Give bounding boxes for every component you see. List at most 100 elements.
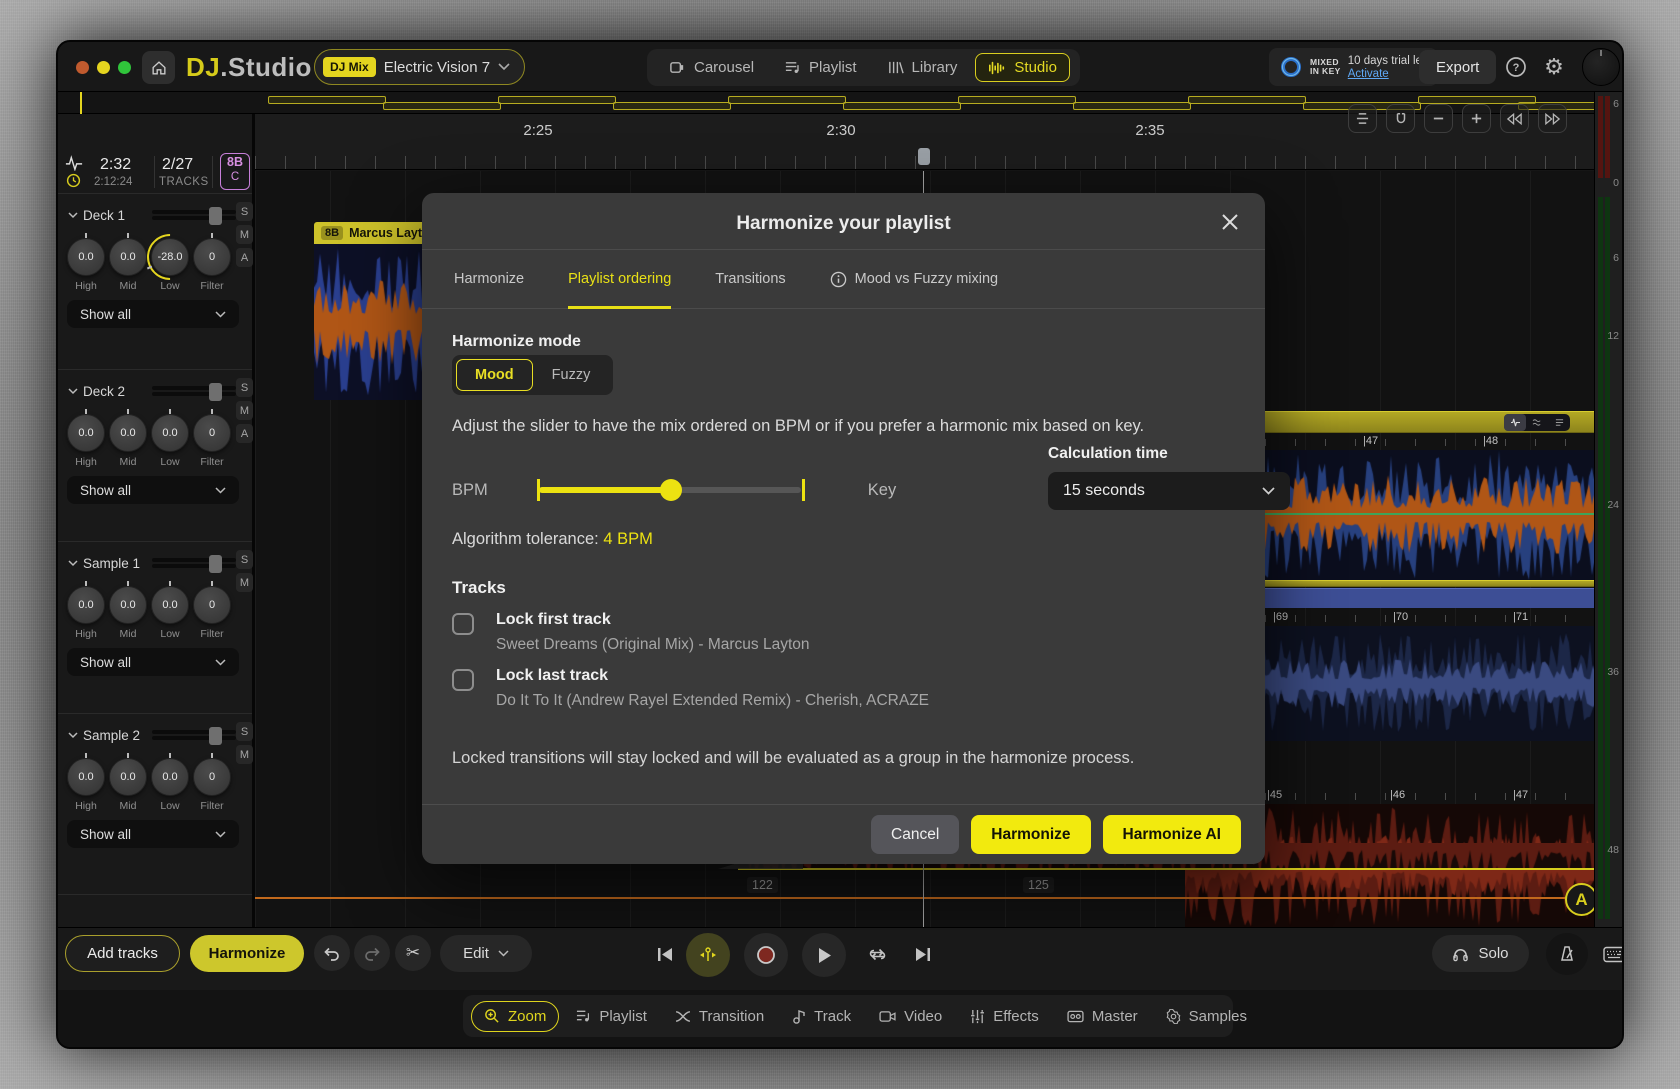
section-header[interactable]: Sample 1 [68,556,140,571]
play-button[interactable] [802,933,846,977]
master-volume-knob[interactable] [1582,48,1620,86]
snap-button[interactable] [1386,104,1415,133]
tab-master[interactable]: Master [1055,1002,1150,1031]
nav-playlist[interactable]: Playlist [772,54,869,81]
volume-fader[interactable] [152,210,236,222]
tab-zoom[interactable]: Zoom [471,1001,559,1032]
shortcuts-button[interactable] [1595,935,1624,973]
tab-video[interactable]: Video [867,1002,954,1031]
knob-low[interactable]: -28.0 [151,238,189,276]
follow-playhead-button[interactable] [686,933,730,977]
knob-mid[interactable]: 0.0 [109,586,147,624]
cut-button[interactable]: ✂ [395,935,431,971]
volume-fader[interactable] [152,386,236,398]
show-all-dropdown[interactable]: Show all [67,648,239,676]
tab-transition[interactable]: Transition [663,1002,776,1031]
section-header[interactable]: Deck 2 [68,384,125,399]
tab-harmonize[interactable]: Harmonize [454,250,524,308]
harmonize-toolbar-button[interactable]: Harmonize [190,935,304,972]
harmonize-ai-button[interactable]: Harmonize AI [1103,815,1241,854]
lock-last-checkbox[interactable] [452,669,474,691]
knob-mid[interactable]: 0.0 [109,758,147,796]
playhead-handle[interactable] [918,148,930,165]
tab-effects[interactable]: Effects [958,1002,1051,1031]
mute-button[interactable]: M [236,401,253,420]
lock-first-checkbox[interactable] [452,613,474,635]
tab-playlist-ordering[interactable]: Playlist ordering [568,250,671,308]
project-selector[interactable]: DJ Mix Electric Vision 7 [314,49,525,85]
volume-fader[interactable] [152,730,236,742]
solo-button[interactable]: S [236,550,253,569]
fast-forward-button[interactable] [1538,104,1567,133]
tab-samples[interactable]: Samples [1154,1002,1259,1031]
solo-button-main[interactable]: Solo [1432,935,1529,972]
tab-track[interactable]: Track [780,1002,863,1031]
auto-button[interactable]: A [236,248,253,267]
record-button[interactable] [744,933,788,977]
solo-button[interactable]: S [236,202,253,221]
add-tracks-button[interactable]: Add tracks [65,935,180,972]
window-close-dot[interactable] [76,61,89,74]
knob-filter[interactable]: 0 [193,586,231,624]
waveform-mode-button[interactable] [1504,414,1526,431]
tempo-value[interactable]: 125 [1023,877,1054,893]
edit-menu-button[interactable]: Edit [440,935,532,972]
arrange-button[interactable] [1348,104,1377,133]
knob-filter[interactable]: 0 [193,414,231,452]
auto-button[interactable]: A [236,424,253,443]
knob-low[interactable]: 0.0 [151,586,189,624]
zoom-out-button[interactable] [1424,104,1453,133]
mode-mood-button[interactable]: Mood [456,359,533,391]
rewind-button[interactable] [1500,104,1529,133]
clock-icon[interactable] [66,173,81,188]
waves-mode-button[interactable] [1526,414,1548,431]
loop-button[interactable] [858,935,896,973]
show-all-dropdown[interactable]: Show all [67,300,239,328]
window-zoom-dot[interactable] [118,61,131,74]
mode-fuzzy-button[interactable]: Fuzzy [533,359,610,391]
knob-filter[interactable]: 0 [193,238,231,276]
knob-mid[interactable]: 0.0 [109,414,147,452]
mute-button[interactable]: M [236,573,253,592]
redo-button[interactable] [354,935,390,971]
list-mode-button[interactable] [1548,414,1570,431]
home-button[interactable] [142,51,175,84]
overview-playhead[interactable] [80,92,82,114]
track-band-olive[interactable] [1235,411,1610,433]
nav-library[interactable]: Library [875,54,970,81]
knob-high[interactable]: 0.0 [67,758,105,796]
zoom-in-button[interactable] [1462,104,1491,133]
solo-button[interactable]: S [236,722,253,741]
skip-start-button[interactable] [646,935,684,973]
section-header[interactable]: Deck 1 [68,208,125,223]
tab-mood-vs-fuzzy[interactable]: Mood vs Fuzzy mixing [830,250,998,308]
metronome-button[interactable] [1546,933,1588,975]
show-all-dropdown[interactable]: Show all [67,476,239,504]
waveform-lane-a[interactable] [1235,450,1610,580]
mute-button[interactable]: M [236,745,253,764]
knob-high[interactable]: 0.0 [67,238,105,276]
bpm-key-slider[interactable] [537,479,805,501]
skip-end-button[interactable] [904,935,942,973]
nav-studio[interactable]: Studio [975,53,1070,82]
tab-playlist-view[interactable]: Playlist [563,1002,659,1031]
knob-mid[interactable]: 0.0 [109,238,147,276]
harmonize-button[interactable]: Harmonize [971,815,1090,854]
undo-button[interactable] [314,935,350,971]
slider-thumb[interactable] [660,479,682,501]
section-header[interactable]: Sample 2 [68,728,140,743]
window-minimize-dot[interactable] [97,61,110,74]
mixed-in-key-panel[interactable]: MIXEDIN KEY 10 days trial left Activate [1269,48,1438,86]
tempo-automation-line[interactable] [255,897,1610,899]
current-key-badge[interactable]: 8B C [220,153,250,190]
close-button[interactable] [1217,209,1243,235]
settings-button[interactable]: ⚙ [1538,51,1570,83]
help-button[interactable]: ? [1500,51,1532,83]
knob-filter[interactable]: 0 [193,758,231,796]
nav-carousel[interactable]: Carousel [657,54,766,81]
knob-low[interactable]: 0.0 [151,758,189,796]
show-all-dropdown[interactable]: Show all [67,820,239,848]
knob-high[interactable]: 0.0 [67,586,105,624]
knob-high[interactable]: 0.0 [67,414,105,452]
activate-link[interactable]: Activate [1348,68,1429,80]
